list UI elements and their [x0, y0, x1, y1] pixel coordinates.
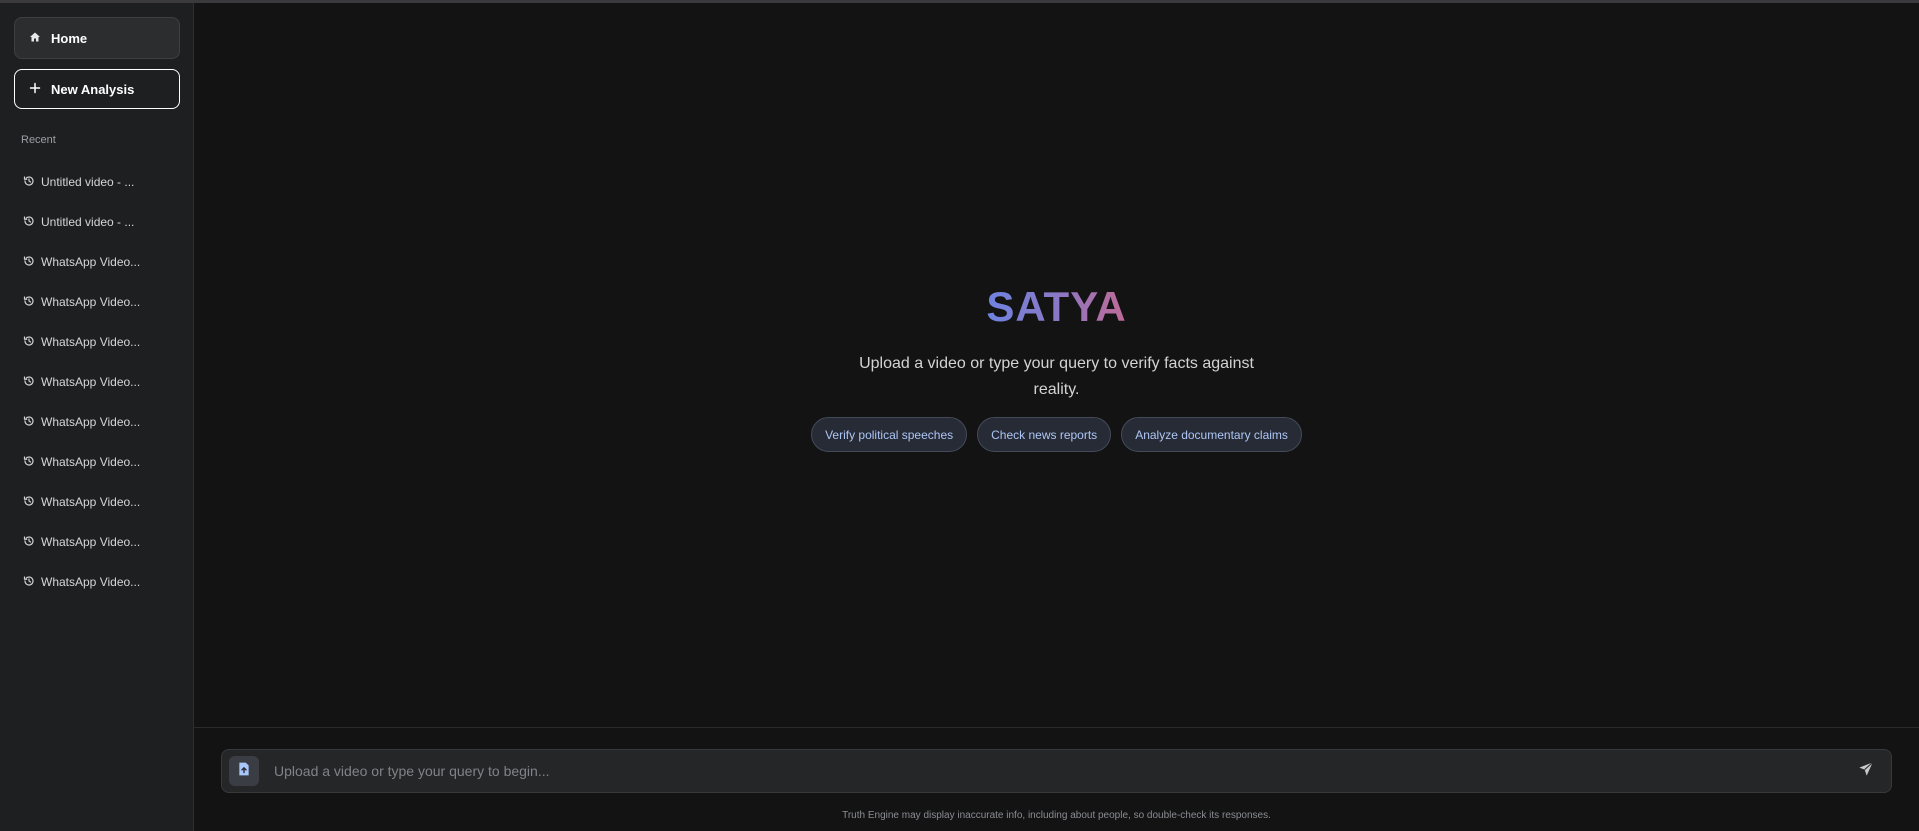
recent-heading: Recent: [21, 134, 56, 146]
recent-item-label: WhatsApp Video...: [41, 535, 141, 549]
composer: [221, 749, 1892, 793]
recent-item[interactable]: WhatsApp Video...: [14, 242, 179, 282]
recent-item[interactable]: WhatsApp Video...: [14, 522, 179, 562]
recent-item[interactable]: WhatsApp Video...: [14, 282, 179, 322]
new-analysis-label: New Analysis: [51, 81, 135, 97]
recent-item-label: WhatsApp Video...: [41, 575, 141, 589]
history-icon: [23, 215, 35, 230]
main-panel: SATYA Upload a video or type your query …: [194, 3, 1919, 831]
suggestion-chips: Verify political speeches Check news rep…: [811, 417, 1302, 452]
app-shell: Home New Analysis Recent Untitled video …: [0, 3, 1919, 831]
tagline: Upload a video or type your query to ver…: [859, 355, 1254, 398]
file-upload-icon: [238, 762, 250, 781]
recent-item[interactable]: WhatsApp Video...: [14, 362, 179, 402]
recent-item-label: Untitled video - ...: [41, 215, 135, 229]
recent-item[interactable]: WhatsApp Video...: [14, 482, 179, 522]
sidebar: Home New Analysis Recent Untitled video …: [0, 3, 194, 831]
upload-button[interactable]: [229, 756, 259, 786]
recent-item[interactable]: Untitled video - ...: [14, 162, 179, 202]
home-icon: [29, 31, 41, 46]
suggestion-chip-documentary-claims[interactable]: Analyze documentary claims: [1121, 417, 1302, 452]
home-label: Home: [51, 30, 88, 46]
history-icon: [23, 495, 35, 510]
hero: SATYA Upload a video or type your query …: [194, 283, 1919, 452]
history-icon: [23, 295, 35, 310]
recent-item-label: WhatsApp Video...: [41, 295, 141, 309]
recent-item-label: Untitled video - ...: [41, 175, 135, 189]
recent-item[interactable]: WhatsApp Video...: [14, 402, 179, 442]
recent-item[interactable]: WhatsApp Video...: [14, 442, 179, 482]
new-analysis-button[interactable]: New Analysis: [14, 69, 180, 109]
recent-item-label: WhatsApp Video...: [41, 455, 141, 469]
query-input[interactable]: [274, 750, 1851, 792]
recent-item-label: WhatsApp Video...: [41, 415, 141, 429]
recent-item-label: WhatsApp Video...: [41, 375, 141, 389]
history-icon: [23, 375, 35, 390]
plus-icon: [29, 82, 41, 97]
brand-title: SATYA: [986, 283, 1127, 330]
recent-list: Untitled video - ... Untitled video - ...…: [14, 162, 179, 602]
history-icon: [23, 575, 35, 590]
suggestion-chip-political-speeches[interactable]: Verify political speeches: [811, 417, 968, 452]
history-icon: [23, 175, 35, 190]
send-button[interactable]: [1851, 756, 1881, 786]
history-icon: [23, 335, 35, 350]
recent-item-label: WhatsApp Video...: [41, 495, 141, 509]
history-icon: [23, 415, 35, 430]
recent-item-label: WhatsApp Video...: [41, 255, 141, 269]
suggestion-chip-news-reports[interactable]: Check news reports: [977, 417, 1112, 452]
disclaimer: Truth Engine may display inaccurate info…: [842, 810, 1271, 821]
history-icon: [23, 535, 35, 550]
recent-item[interactable]: WhatsApp Video...: [14, 562, 179, 602]
recent-item[interactable]: WhatsApp Video...: [14, 322, 179, 362]
history-icon: [23, 255, 35, 270]
history-icon: [23, 455, 35, 470]
recent-item-label: WhatsApp Video...: [41, 335, 141, 349]
recent-item[interactable]: Untitled video - ...: [14, 202, 179, 242]
composer-area: Truth Engine may display inaccurate info…: [194, 727, 1919, 831]
send-icon: [1858, 761, 1874, 782]
home-button[interactable]: Home: [14, 17, 180, 59]
